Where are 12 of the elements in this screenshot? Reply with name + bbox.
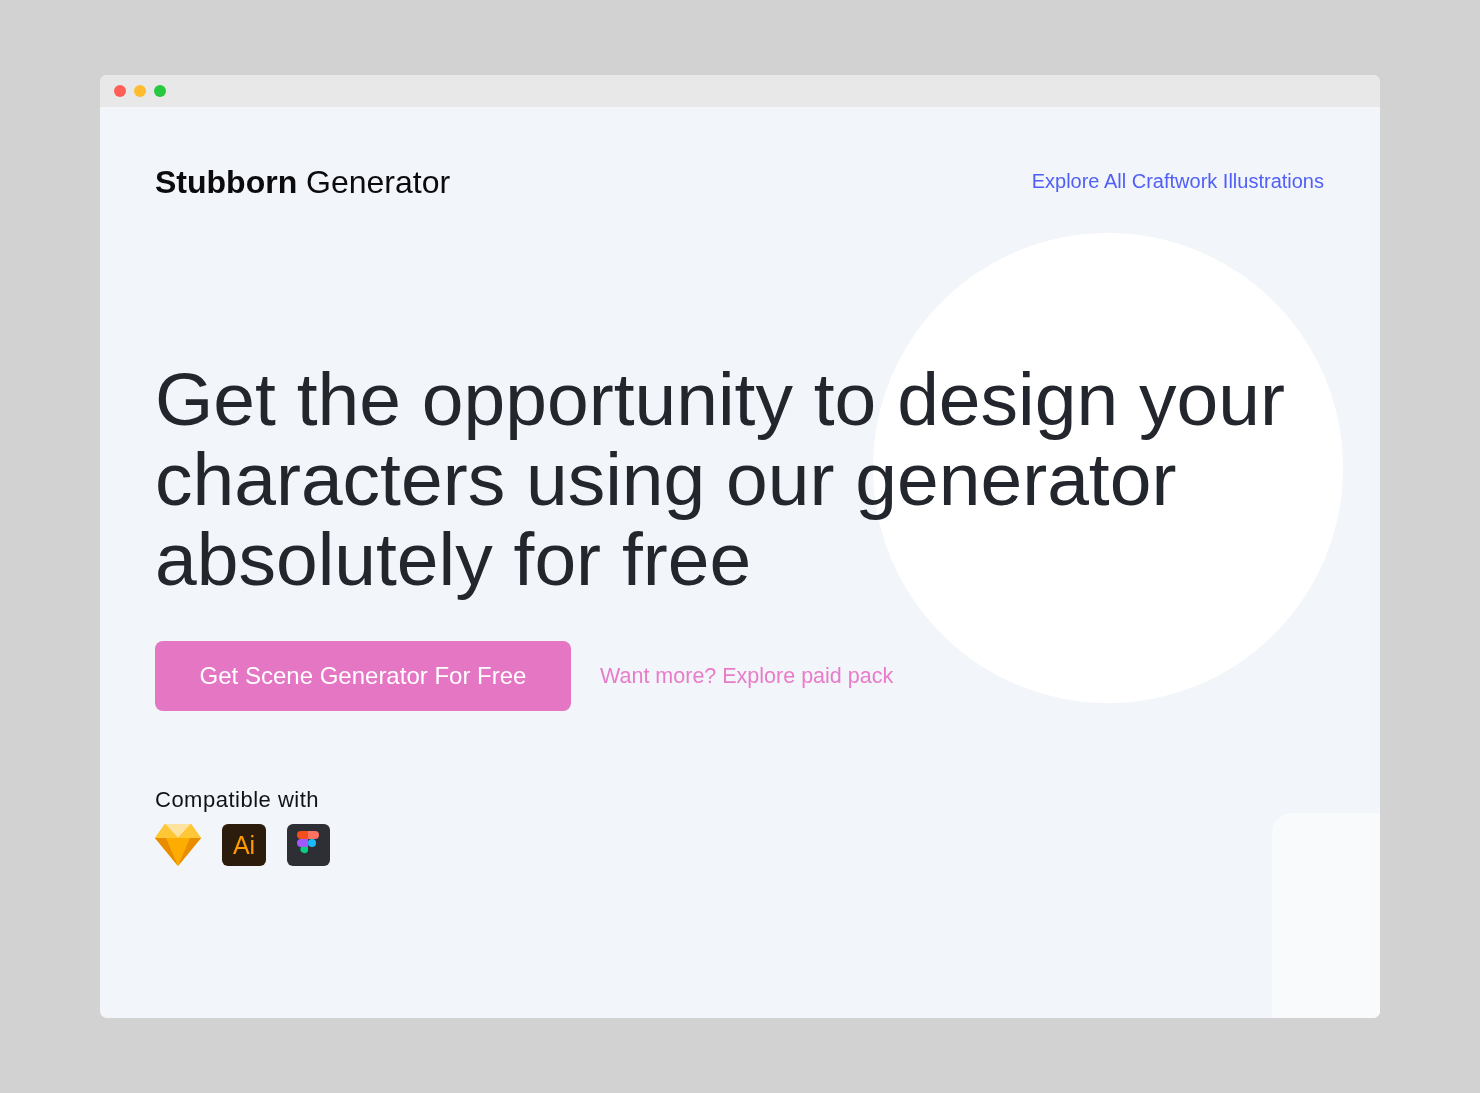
explore-link[interactable]: Explore All Craftwork Illustrations	[1031, 166, 1324, 196]
logo-text: Stubborn Generator	[155, 163, 451, 202]
shapes-tile-icon	[287, 823, 330, 866]
get-generator-button[interactable]: Get Scene Generator For Free	[155, 641, 571, 711]
window-dot-icon[interactable]	[134, 85, 146, 97]
hero-heading: Get the opportunity to design your characters using our generator absolutely for free	[155, 359, 1286, 599]
diamond-icon	[155, 823, 201, 866]
window-dot-icon[interactable]	[114, 85, 126, 97]
compatible-label: Compatible with	[155, 786, 320, 814]
ai-tile-icon: Ai	[222, 823, 266, 866]
paid-pack-link[interactable]: Want more? Explore paid pack	[600, 659, 894, 693]
window-dot-icon[interactable]	[154, 85, 166, 97]
